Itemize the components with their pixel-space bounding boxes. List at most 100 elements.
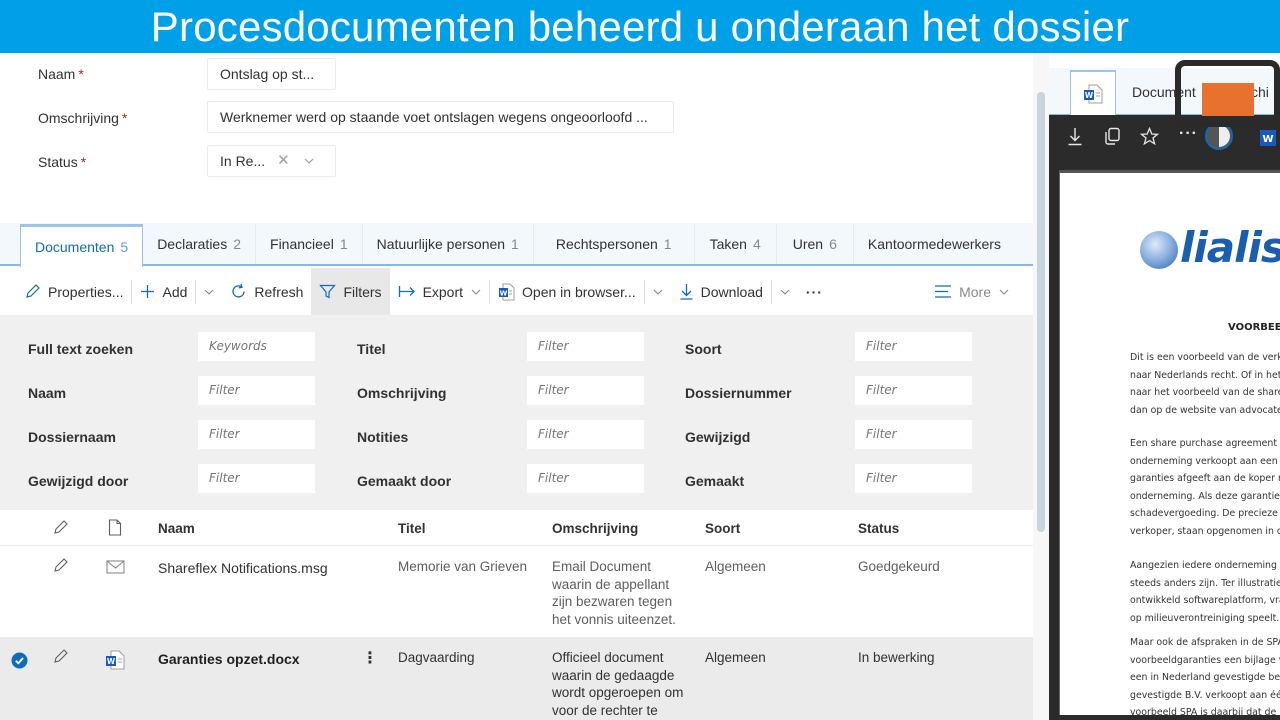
column-header-omschrijving[interactable]: Omschrijving — [552, 520, 638, 538]
doc-line: schadevergoeding. De precieze sch — [1130, 508, 1280, 520]
star-icon[interactable] — [1140, 127, 1159, 146]
doc-line: garanties afgeeft aan de koper met — [1130, 473, 1280, 485]
document-viewer[interactable]: lialis VOORBEELD G Dit is een voorbeeld … — [1049, 160, 1280, 720]
svg-text:W: W — [1085, 91, 1094, 100]
file-icon — [108, 519, 122, 536]
filters-button[interactable]: Filters — [311, 268, 390, 315]
add-dropdown-chevron[interactable] — [196, 268, 222, 315]
more-options-icon[interactable]: ··· — [1179, 125, 1198, 143]
pencil-icon — [54, 520, 68, 534]
add-label: Add — [162, 283, 188, 300]
chevron-down-icon — [653, 289, 663, 295]
grid-header: Naam Titel Omschrijving Soort Status — [0, 510, 1033, 546]
doc-line: dan op de website van advocatenka — [1130, 404, 1280, 416]
column-header-naam[interactable]: Naam — [158, 520, 195, 538]
ellipsis-icon: ··· — [805, 283, 823, 300]
gemaakt-filter-input[interactable] — [855, 464, 972, 493]
omschrijving-label: Omschrijving * — [38, 110, 198, 126]
gemaakt-door-filter-input[interactable] — [527, 464, 644, 493]
more-button[interactable]: More — [926, 268, 1033, 315]
omschrijving-line: Officieel document — [552, 650, 664, 665]
word-document-icon: W — [1084, 84, 1103, 103]
tab-label: Kantoormedewerkers — [867, 235, 1001, 252]
download-icon[interactable] — [1067, 127, 1083, 146]
omschrijving-line: Email Document — [552, 559, 652, 574]
table-row-selected[interactable]: W Garanties opzet.docx ⋮ Dagvaarding Off… — [0, 637, 1033, 720]
table-row[interactable]: Shareflex Notifications.msg Memorie van … — [0, 547, 1033, 637]
filter-label-gewijzigd-door: Gewijzigd door — [28, 473, 129, 489]
naam-label-text: Naam — [38, 66, 76, 82]
status-dropdown[interactable]: In Re... ✕ — [207, 145, 336, 177]
preview-tab-word[interactable]: W — [1070, 70, 1116, 115]
filter-label-full-text: Full text zoeken — [28, 341, 134, 357]
tab-declaraties[interactable]: Declaraties 2 — [143, 223, 257, 264]
overflow-button[interactable]: ··· — [798, 268, 831, 315]
full-text-search-input[interactable] — [198, 332, 315, 361]
tab-natuurlijke-personen[interactable]: Natuurlijke personen 1 — [363, 223, 534, 264]
row-menu-icon[interactable]: ⋮ — [362, 650, 378, 668]
doc-line: Aangezien iedere onderneming die — [1130, 560, 1280, 571]
tab-uren[interactable]: Uren 6 — [777, 223, 854, 264]
cell-naam[interactable]: Shareflex Notifications.msg — [158, 560, 328, 578]
tab-documenten[interactable]: Documenten 5 — [20, 224, 144, 267]
copy-icon[interactable] — [1104, 127, 1121, 145]
document-paragraph: Een share purchase agreement (S ondernem… — [1130, 435, 1280, 541]
gewijzigd-door-filter-input[interactable] — [198, 464, 315, 493]
filter-label-omschrijving: Omschrijving — [357, 385, 447, 401]
tab-label: Financieel — [270, 235, 334, 252]
tab-count: 5 — [120, 239, 129, 255]
tab-kantoormedewerkers[interactable]: Kantoormedewerkers — [854, 223, 1015, 264]
tab-count: 1 — [511, 235, 519, 252]
svg-text:W: W — [1262, 134, 1273, 145]
download-dropdown-chevron[interactable] — [772, 268, 798, 315]
cell-naam[interactable]: Garanties opzet.docx — [158, 651, 300, 669]
dossiernaam-filter-input[interactable] — [198, 420, 315, 449]
tab-count: 1 — [663, 235, 672, 252]
document-paragraph: Dit is een voorbeeld van de verkop naar … — [1130, 349, 1280, 419]
doc-line: een in Nederland gevestigde beslote — [1130, 672, 1280, 684]
checkmark-circle-icon[interactable] — [11, 652, 28, 669]
dossiernummer-filter-input[interactable] — [855, 376, 972, 405]
document-preview-panel: W Document chi ··· W lialis VOORBEELD G … — [1049, 53, 1280, 720]
open-dropdown-chevron[interactable] — [645, 268, 671, 315]
gewijzigd-filter-input[interactable] — [855, 420, 972, 449]
tab-financieel[interactable]: Financieel 1 — [256, 223, 363, 264]
refresh-button[interactable]: Refresh — [222, 268, 311, 315]
related-tabs: Documenten 5 Declaraties 2 Financieel 1 Nat… — [0, 223, 1033, 267]
edit-pencil-icon[interactable] — [52, 557, 69, 574]
svg-text:W: W — [500, 289, 508, 297]
open-in-browser-button[interactable]: W Open in browser... — [490, 268, 644, 315]
omschrijving-line: wordt opgeroepen om — [552, 685, 684, 700]
download-button[interactable]: Download — [671, 268, 771, 315]
document-paragraph: Aangezien iedere onderneming die steeds … — [1130, 557, 1280, 627]
naam-field[interactable]: Ontslag op st... — [207, 58, 336, 90]
column-header-status[interactable]: Status — [858, 520, 899, 538]
naam-filter-input[interactable] — [198, 376, 315, 405]
filter-label-notities: Notities — [357, 429, 409, 445]
notities-filter-input[interactable] — [527, 420, 644, 449]
filter-label-gemaakt: Gemaakt — [685, 473, 745, 489]
cell-omschrijving: Email Document waarin de appellant zijn … — [552, 558, 676, 628]
omschrijving-field[interactable]: Werknemer werd op staande voet ontslagen… — [207, 101, 674, 133]
tab-label: Declaraties — [157, 235, 228, 252]
plus-icon — [141, 285, 155, 298]
edit-pencil-icon[interactable] — [52, 648, 69, 665]
clear-icon[interactable]: ✕ — [277, 146, 290, 176]
chevron-down-icon — [999, 289, 1009, 295]
add-button[interactable]: Add — [132, 268, 195, 315]
tab-taken[interactable]: Taken 4 — [695, 223, 777, 264]
tab-rechtspersonen[interactable]: Rechtspersonen 1 — [534, 223, 695, 264]
dossier-main-panel: Naam * Ontslag op st... Omschrijving * Wer… — [0, 53, 1040, 720]
scrollbar-thumb[interactable] — [1037, 92, 1045, 532]
omschrijving-filter-input[interactable] — [527, 376, 644, 405]
properties-button[interactable]: Properties... — [0, 268, 131, 315]
titel-filter-input[interactable] — [527, 332, 644, 361]
chevron-down-icon[interactable] — [304, 156, 314, 166]
required-mark: * — [80, 154, 87, 170]
doc-line: onderneming. Als deze garanties — [1130, 490, 1280, 502]
soort-filter-input[interactable] — [855, 332, 972, 361]
export-button[interactable]: Export — [390, 268, 489, 315]
column-header-titel[interactable]: Titel — [398, 520, 426, 538]
word-app-icon[interactable]: W — [1259, 129, 1277, 147]
column-header-soort[interactable]: Soort — [705, 520, 740, 538]
